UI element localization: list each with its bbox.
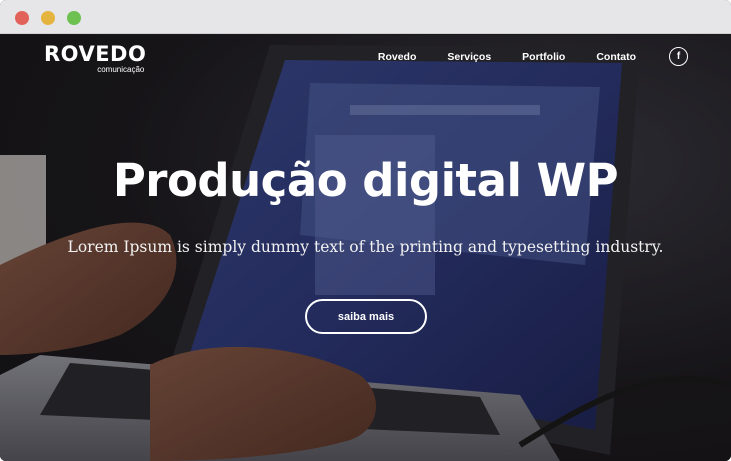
nav-item-contato[interactable]: Contato [596,50,636,64]
nav-item-rovedo[interactable]: Rovedo [378,50,417,64]
saiba-mais-button[interactable]: saiba mais [305,299,427,334]
hero-title: Produção digital WP [112,154,619,207]
browser-window: ROVEDO comunicação Rovedo Serviços Portf… [0,0,731,461]
facebook-icon[interactable]: f [669,47,688,66]
hero-subtitle: Lorem Ipsum is simply dummy text of the … [67,238,664,256]
minimize-window-button[interactable] [41,11,55,25]
main-nav: Rovedo Serviços Portfolio Contato [347,50,636,64]
maximize-window-button[interactable] [67,11,81,25]
hero-section: ROVEDO comunicação Rovedo Serviços Portf… [0,35,731,461]
nav-item-servicos[interactable]: Serviços [447,50,491,64]
close-window-button[interactable] [15,11,29,25]
nav-item-portfolio[interactable]: Portfolio [522,50,565,64]
logo-wordmark: ROVEDO [44,42,147,66]
brand-logo[interactable]: ROVEDO comunicação [44,42,147,75]
browser-title-bar [0,0,731,34]
logo-tagline: comunicação [97,65,145,74]
